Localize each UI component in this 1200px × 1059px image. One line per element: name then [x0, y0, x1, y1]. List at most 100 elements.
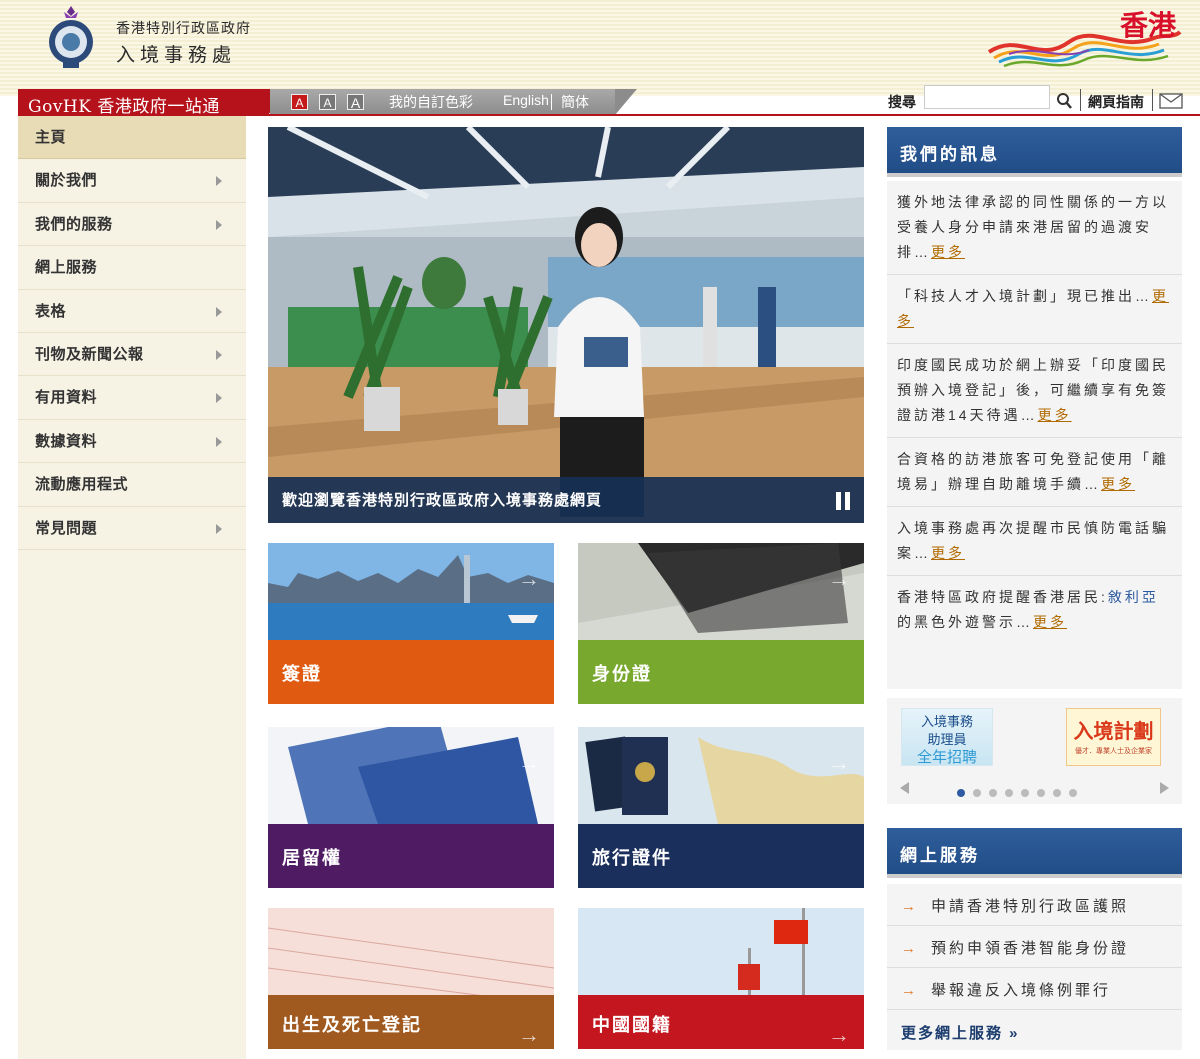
more-link[interactable]: 更多 — [931, 244, 965, 260]
news-text: 香港特區政府提醒香港居民: — [897, 589, 1108, 605]
carousel-dot[interactable] — [1037, 789, 1045, 797]
online-services-list: → 申請香港特別行政區護照 → 預約申領香港智能身份證 → 舉報違反入境條例罪行 更多… — [887, 884, 1182, 1050]
service-link[interactable]: → 舉報違反入境條例罪行 — [887, 968, 1182, 1010]
tile-births-deaths[interactable]: 出生及死亡登記 → — [268, 908, 554, 1059]
brand-hong-kong-logo: 香港 — [984, 2, 1184, 74]
tile-label-box: 簽證 — [268, 640, 554, 704]
font-size-large-button[interactable]: A — [347, 94, 364, 111]
online-services-title: 網上服務 — [887, 828, 1182, 878]
search-input[interactable] — [924, 85, 1050, 109]
banner-text: 全年招聘 — [916, 749, 977, 766]
arrow-right-icon: → — [901, 940, 919, 957]
hero-slideshow[interactable]: 歡迎瀏覽香港特別行政區政府入境事務處網頁 — [268, 127, 864, 523]
tile-right-of-abode-image — [268, 727, 554, 824]
recruitment-banner[interactable]: 入境事務 助理員 全年招聘 — [901, 708, 993, 766]
arrow-right-icon: → — [901, 982, 919, 999]
search-icon[interactable] — [1054, 89, 1074, 111]
hero-photo — [268, 127, 864, 523]
page: 香港特別行政區政府 入境事務處 香港 GovHK 香港政府一站通 A A A 我… — [0, 0, 1200, 1059]
arrow-right-icon: → — [901, 898, 919, 915]
more-link[interactable]: 更多 — [931, 545, 965, 561]
service-link[interactable]: → 申請香港特別行政區護照 — [887, 884, 1182, 926]
news-item: 香港特區政府提醒香港居民:敘利亞的黑色外遊警示…更多 — [887, 576, 1182, 644]
news-header: 我們的訊息 — [887, 127, 1182, 177]
font-size-medium-button[interactable]: A — [319, 94, 336, 110]
news-item: 「科技人才入境計劃」現已推出…更多 — [887, 275, 1182, 344]
sidebar-item-mobile-apps[interactable]: 流動應用程式 — [18, 463, 246, 507]
carousel-dot[interactable] — [957, 789, 965, 797]
tile-visa[interactable]: 簽證 → — [268, 543, 554, 704]
carousel-dot[interactable] — [1005, 789, 1013, 797]
dept-name-line2: 入境事務處 — [116, 45, 237, 66]
sitemap-link[interactable]: 網頁指南 — [1088, 92, 1144, 112]
news-item: 入境事務處再次提醒市民慎防電話騙案…更多 — [887, 507, 1182, 576]
sidebar-item-label: 表格 — [35, 302, 67, 320]
tile-identity-card-image — [578, 543, 864, 640]
service-label: 舉報違反入境條例罪行 — [931, 982, 1112, 999]
arrow-right-icon: → — [828, 750, 850, 775]
custom-color-link[interactable]: 我的自訂色彩 — [389, 92, 473, 112]
carousel-prev-icon[interactable] — [900, 782, 909, 794]
banner-text: 優才．專業人士及企業家 — [1075, 748, 1152, 755]
chevron-right-icon — [216, 176, 222, 187]
pause-icon[interactable] — [832, 492, 850, 514]
sidebar-item-label: 網上服務 — [35, 259, 98, 277]
sidebar-item-label: 關於我們 — [35, 172, 98, 190]
more-link[interactable]: 更多 — [1101, 476, 1135, 492]
sidebar-item-publications[interactable]: 刊物及新聞公報 — [18, 333, 246, 377]
tile-travel-documents[interactable]: 旅行證件 → — [578, 727, 864, 888]
english-link[interactable]: English — [503, 92, 549, 108]
tile-chinese-nationality-image — [578, 908, 864, 1005]
more-link[interactable]: 更多 — [1033, 614, 1067, 630]
chevron-right-icon — [216, 349, 222, 360]
sidebar-item-our-services[interactable]: 我們的服務 — [18, 203, 246, 247]
more-online-services-link[interactable]: 更多網上服務 » — [887, 1010, 1182, 1050]
arrow-right-icon: → — [518, 1022, 540, 1047]
tile-right-of-abode[interactable]: 居留權 → — [268, 727, 554, 888]
more-link[interactable]: 更多 — [1038, 407, 1072, 423]
immigration-crest-icon[interactable] — [44, 4, 98, 70]
tile-travel-documents-image — [578, 727, 864, 824]
tile-chinese-nationality[interactable]: 中國國籍 → — [578, 908, 864, 1059]
carousel-dot[interactable] — [1053, 789, 1061, 797]
font-size-small-button[interactable]: A — [291, 94, 308, 110]
mail-icon[interactable] — [1159, 93, 1183, 109]
department-name[interactable]: 香港特別行政區政府 入境事務處 — [116, 18, 251, 67]
sidebar-item-label: 主頁 — [35, 129, 67, 146]
admission-scheme-banner[interactable]: 入境計劃 優才．專業人士及企業家 — [1066, 708, 1161, 766]
country-link[interactable]: 敘利亞 — [1108, 589, 1159, 605]
chevron-right-icon — [216, 393, 222, 404]
divider — [551, 94, 552, 110]
carousel-dot[interactable] — [1069, 789, 1077, 797]
news-text: 的黑色外遊警示… — [897, 614, 1033, 630]
sidebar-item-home[interactable]: 主頁 — [18, 116, 246, 160]
simplified-chinese-link[interactable]: 簡体 — [561, 92, 589, 112]
carousel-dot[interactable] — [973, 789, 981, 797]
govhk-link[interactable]: GovHK 香港政府一站通 — [18, 89, 290, 117]
tile-births-deaths-image — [268, 908, 554, 1006]
arrow-right-icon: → — [518, 750, 540, 775]
sidebar-item-label: 常見問題 — [35, 519, 98, 537]
online-services-header: 網上服務 — [887, 828, 1182, 878]
carousel-dot[interactable] — [989, 789, 997, 797]
carousel-dot[interactable] — [1021, 789, 1029, 797]
tile-identity-card[interactable]: 身份證 → — [578, 543, 864, 704]
tile-label-box: 出生及死亡登記 — [268, 995, 554, 1049]
sidebar-item-statistics[interactable]: 數據資料 — [18, 420, 246, 464]
sidebar-item-forms[interactable]: 表格 — [18, 290, 246, 333]
dept-name-line1: 香港特別行政區政府 — [116, 20, 251, 36]
service-link[interactable]: → 預約申領香港智能身份證 — [887, 926, 1182, 968]
search-label: 搜尋 — [888, 94, 916, 110]
chevron-right-icon — [216, 306, 222, 317]
chevron-right-icon — [216, 219, 222, 230]
hero-caption: 歡迎瀏覽香港特別行政區政府入境事務處網頁 — [268, 477, 864, 523]
carousel-next-icon[interactable] — [1160, 782, 1169, 794]
sidebar-item-faq[interactable]: 常見問題 — [18, 507, 246, 550]
sidebar-item-useful-info[interactable]: 有用資料 — [18, 376, 246, 420]
divider — [1152, 89, 1153, 111]
sidebar-item-about-us[interactable]: 關於我們 — [18, 159, 246, 203]
sidebar-item-label: 數據資料 — [35, 432, 98, 450]
sidebar-item-label: 流動應用程式 — [35, 476, 129, 494]
sidebar-item-label: 我們的服務 — [35, 215, 113, 233]
sidebar-item-online-services[interactable]: 網上服務 — [18, 246, 246, 290]
